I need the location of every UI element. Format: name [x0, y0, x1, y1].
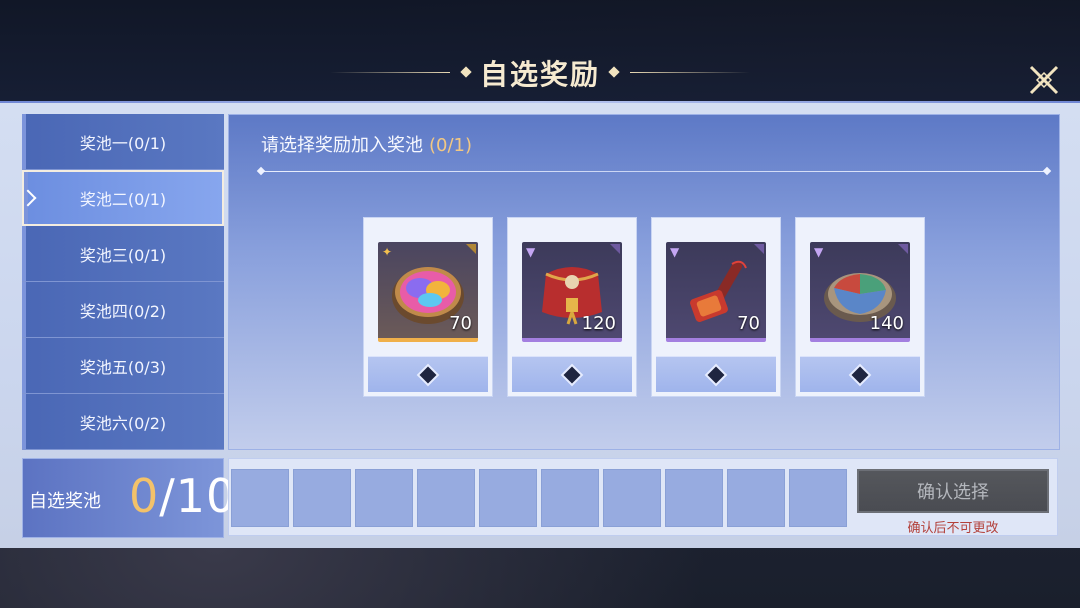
pool-tabs: 奖池一(0/1) 奖池二(0/1) 奖池三(0/1) 奖池四(0/2) 奖池五(… — [22, 114, 224, 450]
pool-slot[interactable] — [541, 469, 599, 527]
reward-quantity: 70 — [449, 313, 472, 334]
title-group: 自选奖励 — [330, 50, 750, 96]
tab-label: 奖池三(0/1) — [79, 245, 167, 265]
card-footer — [656, 356, 776, 392]
pool-slot[interactable] — [479, 469, 537, 527]
corner-mark — [754, 244, 764, 254]
tab-label: 奖池六(0/2) — [79, 413, 167, 433]
pool-slot-list — [231, 469, 847, 527]
reward-card[interactable]: ▼ 140 — [795, 217, 925, 397]
title-ornament-right — [630, 72, 750, 73]
card-footer — [512, 356, 632, 392]
title-ornament-left — [330, 72, 450, 73]
card-footer — [368, 356, 488, 392]
title-diamond-right — [608, 66, 620, 78]
pool-slot[interactable] — [727, 469, 785, 527]
tab-pool-1[interactable]: 奖池一(0/1) — [22, 114, 224, 170]
pool-slot[interactable] — [293, 469, 351, 527]
selected-pool-bar: 自选奖池 0/10 确认选择 确认后不可更改 — [22, 456, 1058, 538]
page-title: 自选奖励 — [479, 58, 600, 91]
prompt-text: 请选择奖励加入奖池 — [261, 135, 423, 156]
diamond-icon — [851, 366, 869, 383]
pool-slot[interactable] — [789, 469, 847, 527]
close-icon — [1029, 65, 1059, 95]
tab-pool-5[interactable]: 奖池五(0/3) — [22, 338, 224, 394]
pool-slot[interactable] — [665, 469, 723, 527]
title-diamond-left — [460, 66, 472, 78]
header-divider — [261, 171, 1047, 172]
pool-slot[interactable] — [231, 469, 289, 527]
reward-image: ▼ 70 — [666, 242, 766, 342]
tab-pool-4[interactable]: 奖池四(0/2) — [22, 282, 224, 338]
tab-label: 奖池一(0/1) — [79, 133, 167, 153]
reward-image: ▼ 120 — [522, 242, 622, 342]
tab-label: 奖池五(0/3) — [79, 357, 167, 377]
pool-summary: 自选奖池 0/10 — [22, 458, 235, 538]
diamond-icon — [563, 366, 581, 383]
reward-card[interactable]: ▼ 120 — [507, 217, 637, 397]
reward-card[interactable]: ▼ 70 — [651, 217, 781, 397]
pool-count-current: 0 — [129, 469, 160, 523]
pool-label: 自选奖池 — [29, 491, 101, 512]
close-button[interactable] — [1024, 60, 1064, 100]
reward-quantity: 120 — [581, 313, 616, 334]
tab-label: 奖池四(0/2) — [79, 301, 167, 321]
diamond-icon — [419, 366, 437, 383]
pool-slot[interactable] — [603, 469, 661, 527]
reward-quantity: 140 — [869, 313, 904, 334]
corner-mark — [898, 244, 908, 254]
tab-pool-6[interactable]: 奖池六(0/2) — [22, 394, 224, 450]
selection-prompt: 请选择奖励加入奖池 (0/1) — [261, 131, 472, 157]
reward-card-list: ✦ 70 ▼ 120 ▼ 70 ▼ 140 — [363, 217, 925, 397]
title-bar: 自选奖励 — [0, 0, 1080, 101]
reward-card[interactable]: ✦ 70 — [363, 217, 493, 397]
tab-label: 奖池二(0/1) — [79, 190, 167, 209]
confirm-button-label: 确认选择 — [917, 482, 989, 503]
pool-slot[interactable] — [417, 469, 475, 527]
pool-slot[interactable] — [355, 469, 413, 527]
corner-mark — [466, 244, 476, 254]
pool-count-separator: / — [159, 469, 176, 523]
corner-mark — [610, 244, 620, 254]
pool-count: 0/10 — [129, 469, 236, 523]
confirm-selection-button[interactable]: 确认选择 — [857, 469, 1049, 513]
tab-pool-2[interactable]: 奖池二(0/1) — [22, 170, 224, 226]
card-footer — [800, 356, 920, 392]
pool-slots-area: 确认选择 确认后不可更改 — [228, 458, 1058, 536]
reward-image: ✦ 70 — [378, 242, 478, 342]
prompt-count: (0/1) — [429, 135, 473, 156]
confirm-warning-text: 确认后不可更改 — [907, 521, 999, 536]
diamond-icon — [707, 366, 725, 383]
reward-image: ▼ 140 — [810, 242, 910, 342]
reward-selection-area: 请选择奖励加入奖池 (0/1) ✦ 70 ▼ 120 ▼ 70 ▼ 140 — [228, 114, 1060, 450]
reward-quantity: 70 — [737, 313, 760, 334]
tab-pool-3[interactable]: 奖池三(0/1) — [22, 226, 224, 282]
